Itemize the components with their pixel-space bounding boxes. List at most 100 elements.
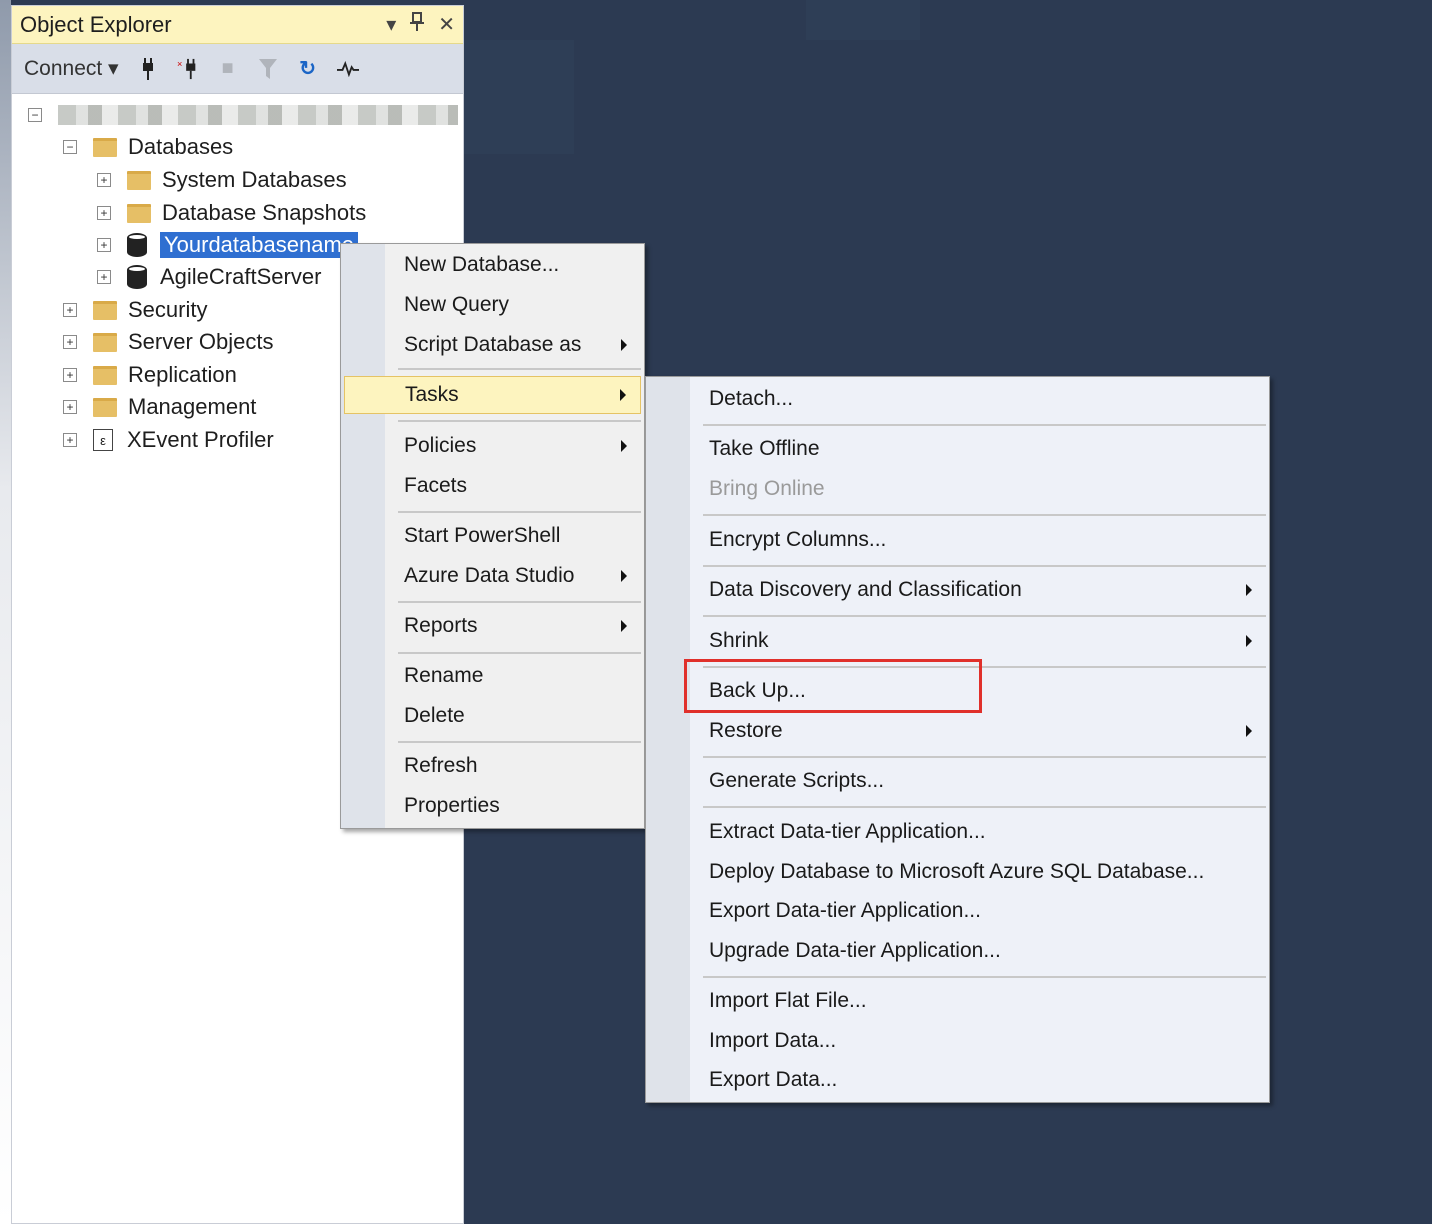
tree-node-system-databases[interactable]: + System Databases <box>97 165 347 195</box>
tree-node-management[interactable]: + Management <box>63 392 256 422</box>
menu-item-deploy-to-azure[interactable]: Deploy Database to Microsoft Azure SQL D… <box>649 853 1266 891</box>
menu-item-tasks[interactable]: Tasks <box>344 376 641 414</box>
menu-item-script-database-as[interactable]: Script Database as <box>344 326 641 364</box>
menu-item-label: Shrink <box>709 629 769 652</box>
menu-item-extract-data-tier[interactable]: Extract Data-tier Application... <box>649 813 1266 851</box>
menu-item-label: Start PowerShell <box>404 524 561 547</box>
expand-icon[interactable]: + <box>63 368 77 382</box>
connect-dropdown[interactable]: Connect ▾ <box>24 56 119 81</box>
menu-item-start-powershell[interactable]: Start PowerShell <box>344 517 641 555</box>
database-icon <box>127 265 147 289</box>
tree-node-security[interactable]: + Security <box>63 295 207 325</box>
filter-icon[interactable] <box>257 57 279 81</box>
menu-item-label: Rename <box>404 664 484 687</box>
tree-node-label: System Databases <box>162 167 347 192</box>
collapse-icon[interactable]: − <box>28 108 42 122</box>
folder-icon <box>93 137 117 157</box>
titlebar-controls: ▾ ✕ <box>386 11 455 38</box>
tree-node-server[interactable]: − <box>28 100 458 130</box>
menu-separator <box>703 424 1266 426</box>
tasks-submenu: Detach... Take Offline Bring Online Encr… <box>645 376 1270 1103</box>
menu-item-label: Properties <box>404 794 500 817</box>
expand-icon[interactable]: + <box>63 433 77 447</box>
tree-node-label: AgileCraftServer <box>160 264 322 289</box>
close-icon[interactable]: ✕ <box>438 12 455 38</box>
expand-icon[interactable]: + <box>97 270 111 284</box>
window-position-dropdown-icon[interactable]: ▾ <box>386 12 396 38</box>
menu-item-restore[interactable]: Restore <box>649 712 1266 750</box>
tree-node-agilecraftserver[interactable]: + AgileCraftServer <box>97 262 321 292</box>
menu-item-label: Export Data-tier Application... <box>709 899 981 922</box>
background-panel-shadow <box>806 0 920 40</box>
menu-item-label: Restore <box>709 719 783 742</box>
submenu-arrow-icon <box>621 440 627 452</box>
menu-separator <box>703 514 1266 516</box>
menu-item-export-data[interactable]: Export Data... <box>649 1061 1266 1099</box>
expand-icon[interactable]: + <box>63 335 77 349</box>
submenu-arrow-icon <box>621 570 627 582</box>
menu-item-label: Deploy Database to Microsoft Azure SQL D… <box>709 860 1205 883</box>
menu-item-delete[interactable]: Delete <box>344 697 641 735</box>
menu-item-properties[interactable]: Properties <box>344 787 641 825</box>
tree-node-label: Replication <box>128 362 237 387</box>
menu-item-reports[interactable]: Reports <box>344 607 641 645</box>
tree-node-selected-database[interactable]: + Yourdatabasename <box>97 230 359 260</box>
tree-node-databases[interactable]: − Databases <box>63 132 233 162</box>
object-explorer-titlebar: Object Explorer ▾ ✕ <box>12 6 463 44</box>
menu-item-facets[interactable]: Facets <box>344 467 641 505</box>
menu-item-rename[interactable]: Rename <box>344 657 641 695</box>
menu-item-new-database[interactable]: New Database... <box>344 246 641 284</box>
tree-node-database-snapshots[interactable]: + Database Snapshots <box>97 198 366 228</box>
svg-text:×: × <box>177 59 182 69</box>
menu-item-shrink[interactable]: Shrink <box>649 622 1266 660</box>
tree-node-replication[interactable]: + Replication <box>63 360 237 390</box>
tree-node-server-objects[interactable]: + Server Objects <box>63 327 274 357</box>
menu-separator <box>398 368 641 370</box>
expand-icon[interactable]: + <box>63 303 77 317</box>
menu-separator <box>703 976 1266 978</box>
stop-icon[interactable]: ■ <box>217 57 239 81</box>
menu-item-encrypt-columns[interactable]: Encrypt Columns... <box>649 521 1266 559</box>
menu-item-label: Import Data... <box>709 1029 837 1052</box>
menu-item-import-flat-file[interactable]: Import Flat File... <box>649 982 1266 1020</box>
menu-separator <box>703 756 1266 758</box>
expand-icon[interactable]: + <box>63 400 77 414</box>
menu-item-generate-scripts[interactable]: Generate Scripts... <box>649 762 1266 800</box>
menu-item-take-offline[interactable]: Take Offline <box>649 430 1266 468</box>
menu-item-label: New Database... <box>404 253 560 276</box>
tree-node-label: Management <box>128 394 257 419</box>
menu-item-policies[interactable]: Policies <box>344 427 641 465</box>
menu-item-upgrade-data-tier[interactable]: Upgrade Data-tier Application... <box>649 932 1266 970</box>
menu-item-detach[interactable]: Detach... <box>649 380 1266 418</box>
menu-item-refresh[interactable]: Refresh <box>344 747 641 785</box>
menu-item-label: Refresh <box>404 754 478 777</box>
menu-item-label: Policies <box>404 434 477 457</box>
tree-node-xevent-profiler[interactable]: + ε XEvent Profiler <box>63 425 274 455</box>
folder-icon <box>93 365 117 385</box>
menu-item-azure-data-studio[interactable]: Azure Data Studio <box>344 557 641 595</box>
refresh-icon[interactable]: ↻ <box>297 57 319 81</box>
menu-item-label: Delete <box>404 704 465 727</box>
menu-item-label: Generate Scripts... <box>709 769 885 792</box>
connect-icon[interactable] <box>137 57 159 81</box>
menu-item-data-discovery-classification[interactable]: Data Discovery and Classification <box>649 571 1266 609</box>
expand-icon[interactable]: + <box>97 238 111 252</box>
tree-node-label: Security <box>128 297 208 322</box>
menu-item-label: Extract Data-tier Application... <box>709 820 986 843</box>
menu-item-label: Upgrade Data-tier Application... <box>709 939 1001 962</box>
expand-icon[interactable]: + <box>97 206 111 220</box>
submenu-arrow-icon <box>621 620 627 632</box>
disconnect-icon[interactable]: × <box>177 57 199 81</box>
menu-separator <box>398 511 641 513</box>
menu-item-import-data[interactable]: Import Data... <box>649 1022 1266 1060</box>
collapse-icon[interactable]: − <box>63 140 77 154</box>
menu-item-label: Import Flat File... <box>709 989 867 1012</box>
menu-separator <box>398 601 641 603</box>
menu-item-label: Take Offline <box>709 437 820 460</box>
database-context-menu: New Database... New Query Script Databas… <box>340 243 645 829</box>
activity-monitor-icon[interactable] <box>336 57 359 81</box>
expand-icon[interactable]: + <box>97 173 111 187</box>
menu-item-export-data-tier[interactable]: Export Data-tier Application... <box>649 892 1266 930</box>
pin-icon[interactable] <box>410 11 425 38</box>
menu-item-new-query[interactable]: New Query <box>344 286 641 324</box>
